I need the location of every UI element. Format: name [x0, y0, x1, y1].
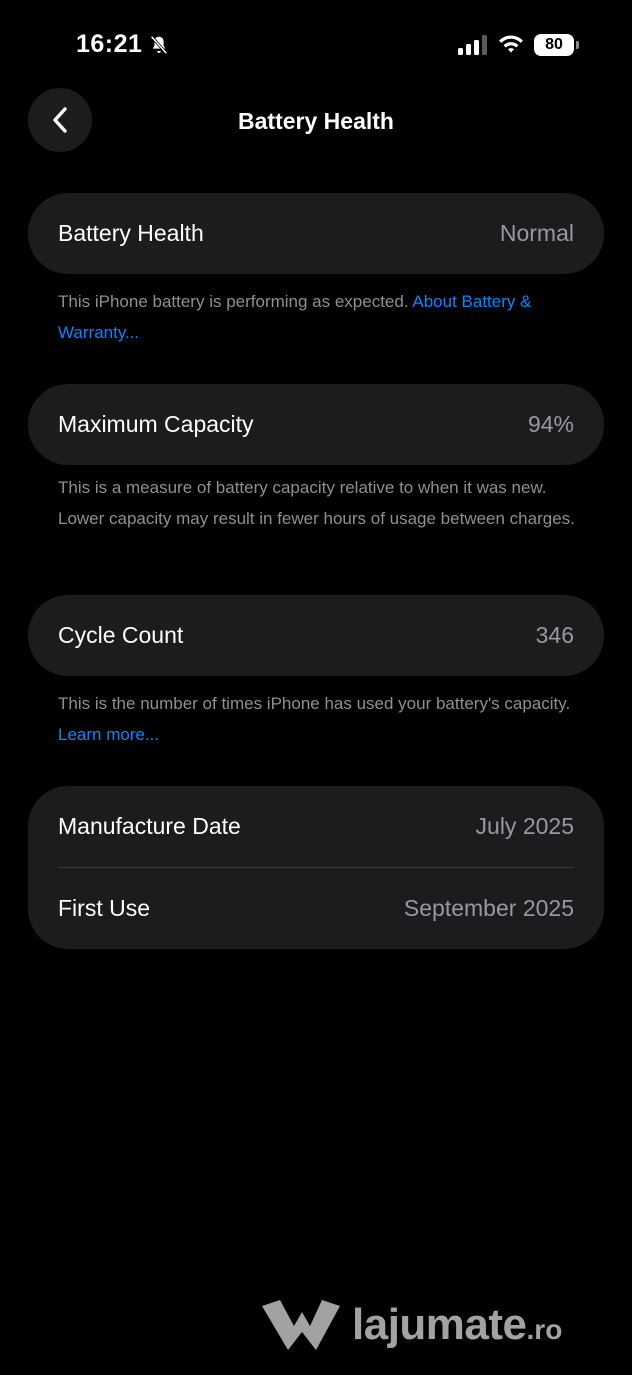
- watermark-brand: lajumate: [352, 1300, 527, 1349]
- learn-more-link[interactable]: Learn more...: [58, 725, 159, 744]
- first-use-row: First Use September 2025: [28, 868, 604, 949]
- manufacture-date-row: Manufacture Date July 2025: [28, 786, 604, 867]
- dates-card: Manufacture Date July 2025 First Use Sep…: [28, 786, 604, 949]
- nav-bar: Battery Health: [0, 88, 632, 154]
- status-indicators: 80: [458, 34, 579, 56]
- battery-icon: 80: [534, 34, 579, 56]
- battery-health-row: Battery Health Normal: [28, 193, 604, 274]
- watermark-suffix: .ro: [526, 1314, 563, 1345]
- first-use-label: First Use: [58, 895, 150, 921]
- status-time: 16:21: [76, 30, 143, 58]
- maximum-capacity-row: Maximum Capacity 94%: [28, 384, 604, 465]
- status-time-group: 16:21: [76, 30, 170, 59]
- status-bar: 16:21 80: [0, 0, 632, 90]
- cycle-count-card: Cycle Count 346: [28, 595, 604, 676]
- battery-health-note: This iPhone battery is performing as exp…: [58, 286, 578, 348]
- battery-health-note-text: This iPhone battery is performing as exp…: [58, 292, 409, 311]
- cycle-count-label: Cycle Count: [58, 622, 184, 648]
- cycle-count-row: Cycle Count 346: [28, 595, 604, 676]
- battery-level: 80: [545, 36, 563, 53]
- silent-bell-icon: [151, 35, 168, 54]
- page-title: Battery Health: [238, 108, 394, 134]
- cellular-signal-icon: [458, 35, 487, 55]
- watermark: lajumate.ro: [258, 1296, 562, 1354]
- battery-health-label: Battery Health: [58, 220, 204, 246]
- maximum-capacity-card: Maximum Capacity 94%: [28, 384, 604, 465]
- wifi-icon: [499, 35, 523, 53]
- maximum-capacity-value: 94%: [527, 411, 574, 437]
- watermark-logo-icon: [262, 1300, 340, 1350]
- cycle-count-note-text: This is the number of times iPhone has u…: [58, 694, 571, 713]
- battery-health-card: Battery Health Normal: [28, 193, 604, 274]
- first-use-value: September 2025: [403, 895, 574, 921]
- cycle-count-value: 346: [535, 622, 574, 648]
- maximum-capacity-label: Maximum Capacity: [58, 411, 254, 437]
- maximum-capacity-note: This is a measure of battery capacity re…: [58, 472, 578, 534]
- manufacture-date-label: Manufacture Date: [58, 813, 241, 839]
- cycle-count-note: This is the number of times iPhone has u…: [58, 688, 578, 750]
- manufacture-date-value: July 2025: [475, 813, 574, 839]
- maximum-capacity-note-text: This is a measure of battery capacity re…: [58, 478, 575, 528]
- battery-health-value: Normal: [499, 220, 574, 246]
